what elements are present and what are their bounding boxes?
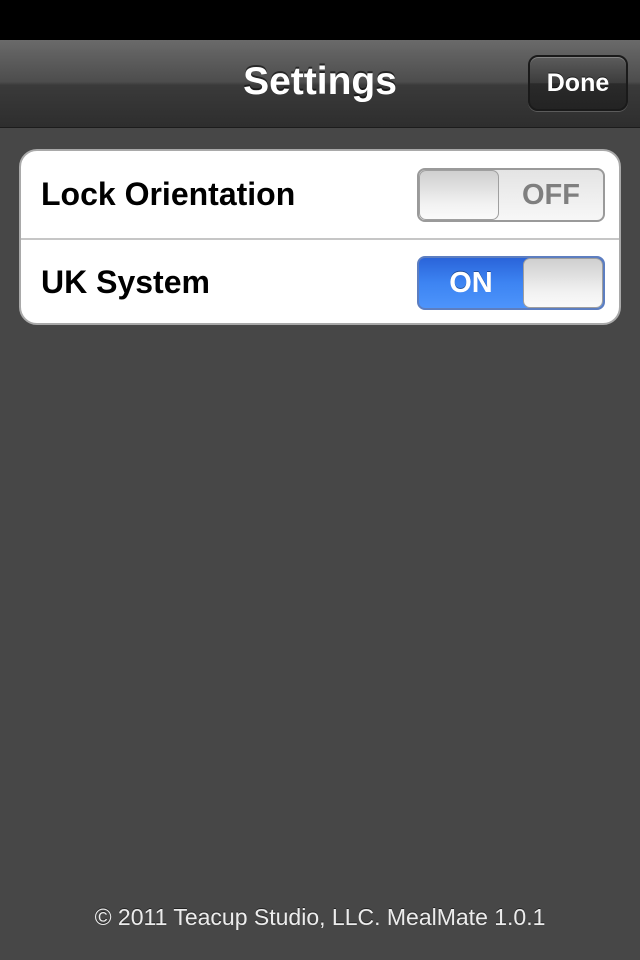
lock-orientation-label: Lock Orientation xyxy=(41,176,296,212)
done-button[interactable]: Done xyxy=(528,55,628,111)
switch-state-text: ON xyxy=(449,267,493,299)
switch-knob[interactable] xyxy=(419,170,499,220)
copyright-footer: © 2011 Teacup Studio, LLC. MealMate 1.0.… xyxy=(94,904,546,930)
status-bar xyxy=(0,0,640,40)
settings-group: Lock Orientation OFF UK System ON xyxy=(19,149,621,325)
setting-row-lock-orientation: Lock Orientation OFF xyxy=(21,151,619,240)
navigation-bar: Settings Done xyxy=(0,40,640,128)
uk-system-label: UK System xyxy=(41,264,210,300)
switch-state-text: OFF xyxy=(522,179,580,211)
lock-orientation-switch[interactable]: OFF xyxy=(417,168,605,222)
uk-system-switch[interactable]: ON xyxy=(417,256,605,310)
switch-knob[interactable] xyxy=(523,258,603,308)
setting-row-uk-system: UK System ON xyxy=(21,239,619,323)
